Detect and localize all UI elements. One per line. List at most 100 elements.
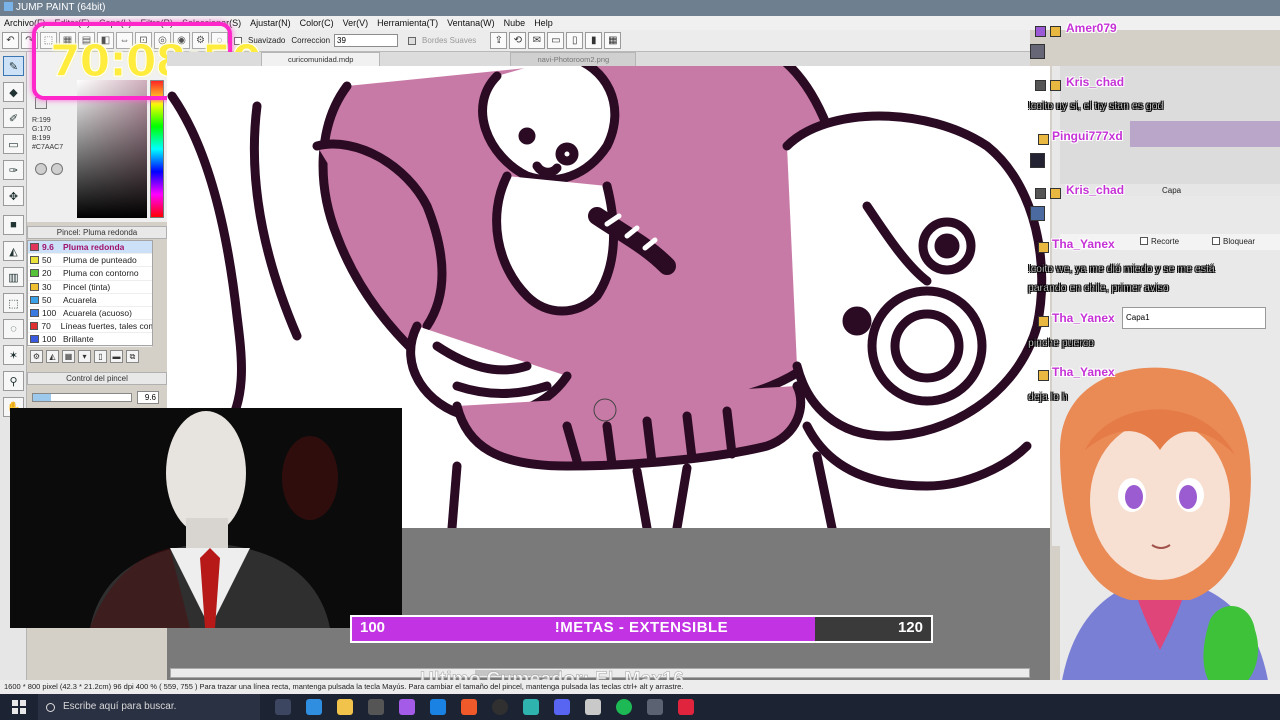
comment-button[interactable]: ✉ (528, 32, 546, 49)
rectangle-tool-icon[interactable]: ▭ (3, 134, 24, 154)
chat-badge-icon (1035, 188, 1046, 199)
brush-item[interactable]: 20 Pluma con contorno (28, 267, 152, 281)
app-icon (4, 2, 13, 11)
app-icon[interactable] (523, 699, 539, 715)
media-player-icon[interactable] (585, 699, 601, 715)
file-explorer-icon[interactable] (337, 699, 353, 715)
brush-color-swatch (30, 243, 39, 252)
chat-user: Kris_chad (1066, 183, 1125, 197)
eraser-tool-icon[interactable]: ◆ (3, 82, 24, 102)
chat-badge-icon (1038, 316, 1049, 327)
taskbar-search[interactable]: Escribe aquí para buscar. (38, 694, 260, 720)
chat-user: Kris_chad (1066, 75, 1125, 89)
undo-button[interactable]: ↶ (2, 32, 19, 49)
chat-user: Tha_Yanex (1052, 237, 1115, 251)
menu-herramienta[interactable]: Herramienta(T) (377, 16, 438, 30)
chat-message: pinche puerco (1028, 337, 1094, 349)
bloquear-option[interactable]: Bloquear (1212, 237, 1255, 246)
brush-bucket-icon[interactable]: ◭ (46, 349, 59, 363)
tab-curicomunidad[interactable]: curicomunidad.mdp (261, 52, 381, 66)
obs-icon[interactable] (492, 699, 508, 715)
paint-app-icon[interactable] (678, 699, 694, 715)
share-button[interactable]: ⟲ (509, 32, 527, 49)
task-view-icon[interactable] (275, 699, 291, 715)
brush-name: Pincel (tinta) (63, 281, 111, 292)
cloud-upload-button[interactable]: ⇪ (490, 32, 508, 49)
brush-size-slider[interactable] (32, 393, 132, 402)
layout-button[interactable]: ▭ (547, 32, 565, 49)
discord-icon[interactable] (554, 699, 570, 715)
mixer-icon[interactable] (51, 163, 63, 175)
chat-badge-icon (1035, 80, 1046, 91)
goals-label: !METAS - EXTENSIBLE (554, 619, 729, 636)
menu-ver[interactable]: Ver(V) (343, 16, 369, 30)
recorte-label: Recorte (1151, 237, 1180, 246)
chat-message: deja lo h (1028, 391, 1068, 403)
brush-folder-icon[interactable]: ▬ (110, 349, 123, 363)
goals-bar: 100 !METAS - EXTENSIBLE 120 (350, 615, 933, 643)
move-tool-icon[interactable]: ✥ (3, 186, 24, 206)
notion-icon[interactable] (368, 699, 384, 715)
gradient-tool-icon[interactable]: ▥ (3, 267, 24, 287)
brush-item[interactable]: 100 Acuarela (acuoso) (28, 307, 152, 321)
medal-app-icon[interactable] (306, 699, 322, 715)
brush-item[interactable]: 9.6 Pluma redonda (28, 241, 152, 255)
hex-value: #C7AAC7 (32, 144, 64, 151)
pen-app-icon[interactable] (399, 699, 415, 715)
brush-item[interactable]: 100 Brillante (28, 333, 152, 347)
brush-item[interactable]: 70 Líneas fuertes, tales como (28, 320, 152, 334)
chat-badge-icon (1035, 26, 1046, 37)
bloquear-checkbox[interactable] (1212, 237, 1220, 245)
brush-size: 100 (42, 308, 57, 319)
correccion-label: Correccion (291, 36, 331, 45)
bordes-suaves-checkbox[interactable] (408, 36, 417, 45)
bucket-tool-icon[interactable]: ◭ (3, 241, 24, 261)
brush-item[interactable]: 50 Acuarela (28, 294, 152, 307)
palette-icon[interactable] (35, 163, 47, 175)
tab-navi-photoroom[interactable]: navi-Photoroom2.png (510, 52, 637, 66)
brave-browser-icon[interactable] (461, 699, 477, 715)
lasso-tool-icon[interactable]: ✑ (3, 160, 24, 180)
window-icon[interactable] (647, 699, 663, 715)
goals-target: 120 (897, 619, 923, 636)
spotify-icon[interactable] (616, 699, 632, 715)
pen-tool-icon[interactable]: ✎ (3, 56, 24, 76)
document-tabs: curicomunidad.mdp navi-Photoroom2.png (167, 52, 1030, 66)
eyedropper-tool-icon[interactable]: ⚲ (3, 371, 24, 391)
correccion-input[interactable]: 39 (334, 34, 399, 47)
recorte-option[interactable]: Recorte (1140, 237, 1179, 246)
pages-button[interactable]: ▮ (585, 32, 603, 49)
brush-name: Líneas fuertes, tales como (60, 321, 152, 332)
select-rect-tool-icon[interactable]: ⬚ (3, 293, 24, 313)
brush-control-header: Control del pincel (27, 372, 167, 385)
brush-menu-icon[interactable]: ▾ (78, 349, 91, 363)
brush-settings-icon[interactable]: ⚙ (30, 349, 43, 363)
brush-page-icon[interactable]: ▯ (94, 349, 107, 363)
hue-slider[interactable] (150, 80, 164, 218)
brush-copy-icon[interactable]: ⧉ (126, 349, 139, 363)
brush-item[interactable]: 50 Pluma de punteado (28, 254, 152, 268)
brush-name: Pluma redonda (63, 242, 125, 253)
menu-ventana[interactable]: Ventana(W) (447, 16, 495, 30)
menu-nube[interactable]: Nube (504, 16, 526, 30)
windows-start-icon[interactable] (12, 700, 26, 714)
menu-ajustar[interactable]: Ajustar(N) (250, 16, 291, 30)
g-value: G:170 (32, 126, 52, 133)
taskbar: Escribe aquí para buscar. (0, 694, 1280, 720)
color-picker-area[interactable] (77, 80, 147, 218)
recorte-checkbox[interactable] (1140, 237, 1148, 245)
chat-message: parando en chile, primer aviso (1028, 282, 1169, 294)
select-lasso-tool-icon[interactable]: ◌ (3, 319, 24, 339)
windows-store-icon[interactable] (430, 699, 446, 715)
dot-pen-tool-icon[interactable]: ✐ (3, 108, 24, 128)
menu-help[interactable]: Help (534, 16, 553, 30)
brush-grid-icon[interactable]: ▦ (62, 349, 75, 363)
brush-size-value[interactable]: 9.6 (137, 391, 159, 404)
layer-item[interactable]: Capa1 (1122, 307, 1266, 329)
grid-view-button[interactable]: ▦ (604, 32, 622, 49)
page-button[interactable]: ▯ (566, 32, 584, 49)
brush-item[interactable]: 30 Pincel (tinta) (28, 281, 152, 294)
menu-color[interactable]: Color(C) (300, 16, 334, 30)
fill-rect-tool-icon[interactable]: ■ (3, 215, 24, 235)
magic-wand-tool-icon[interactable]: ✶ (3, 345, 24, 365)
